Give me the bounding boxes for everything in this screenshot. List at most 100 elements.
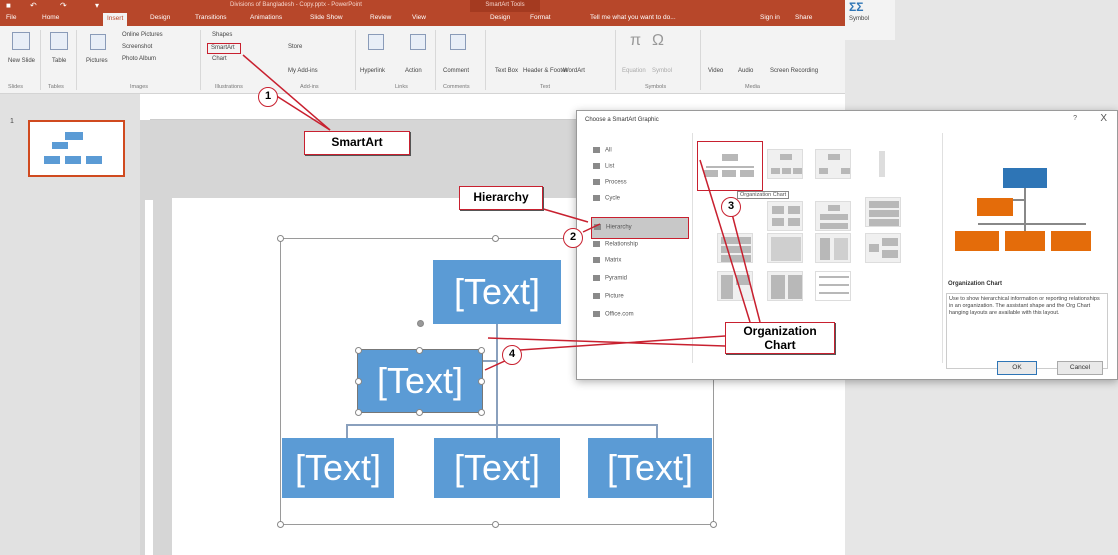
equation-button[interactable]: Equation xyxy=(622,68,646,74)
layout-lined-list[interactable] xyxy=(815,233,851,263)
layout-labeled-hierarchy[interactable] xyxy=(865,197,901,227)
chart-button[interactable]: Chart xyxy=(212,56,227,62)
category-picture[interactable]: Picture xyxy=(593,293,624,300)
tell-me-box[interactable]: Tell me what you want to do... xyxy=(590,14,676,21)
frame-handle[interactable] xyxy=(710,521,717,528)
my-addins-button[interactable]: My Add-ins xyxy=(288,68,318,74)
layout-horizontal-labeled[interactable] xyxy=(767,271,803,301)
comment-button[interactable]: Comment xyxy=(443,68,469,74)
video-button[interactable]: Video xyxy=(708,68,723,74)
slide-number: 1 xyxy=(10,118,14,125)
tab-file[interactable]: File xyxy=(6,14,16,21)
resize-handle[interactable] xyxy=(478,378,485,385)
frame-handle[interactable] xyxy=(277,521,284,528)
category-pyramid[interactable]: Pyramid xyxy=(593,275,627,282)
tab-transitions[interactable]: Transitions xyxy=(195,14,227,21)
action-icon[interactable] xyxy=(410,34,426,50)
layout-hierarchy[interactable] xyxy=(815,201,851,231)
smartart-button[interactable]: SmartArt xyxy=(207,43,241,54)
pictures-button[interactable]: Pictures xyxy=(86,58,108,64)
layout-architecture[interactable] xyxy=(767,233,803,263)
screen-recording-button[interactable]: Screen Recording xyxy=(770,68,818,74)
resize-handle[interactable] xyxy=(355,378,362,385)
table-button[interactable]: Table xyxy=(52,58,66,64)
resize-handle[interactable] xyxy=(355,409,362,416)
smartart-child-box-1[interactable]: [Text] xyxy=(282,438,394,498)
undo-icon[interactable]: ↶ xyxy=(30,1,37,10)
equation-icon[interactable]: π xyxy=(630,32,641,50)
smartart-child-box-3[interactable]: [Text] xyxy=(588,438,712,498)
rotate-handle[interactable] xyxy=(417,320,424,327)
header-footer-button[interactable]: Header & Footer xyxy=(523,68,567,74)
symbol-icon[interactable]: Ω xyxy=(652,32,664,50)
resize-handle[interactable] xyxy=(355,347,362,354)
preview-title: Organization Chart xyxy=(948,281,1003,287)
comment-icon[interactable] xyxy=(450,34,466,50)
close-button[interactable]: X xyxy=(1100,113,1107,124)
smartart-assistant-box[interactable]: [Text] xyxy=(357,349,483,413)
frame-handle[interactable] xyxy=(492,521,499,528)
layout-organization-chart[interactable] xyxy=(697,141,763,191)
online-pictures-button[interactable]: Online Pictures xyxy=(122,32,163,38)
layout-horizontal-hierarchy[interactable] xyxy=(767,201,803,231)
category-office-com[interactable]: Office.com xyxy=(593,311,634,318)
tab-smartart-design[interactable]: Design xyxy=(490,14,510,21)
tab-review[interactable]: Review xyxy=(370,14,391,21)
layout-half-circle-org-chart[interactable] xyxy=(815,149,851,179)
tab-smartart-format[interactable]: Format xyxy=(530,14,551,21)
layout-horizontal-multi-level[interactable] xyxy=(865,233,901,263)
new-slide-button[interactable]: New Slide xyxy=(8,58,35,64)
layout-circle-picture-hierarchy[interactable] xyxy=(865,149,901,179)
store-button[interactable]: Store xyxy=(288,44,302,50)
customize-icon[interactable]: ▾ xyxy=(95,1,99,10)
layout-hierarchy-list[interactable] xyxy=(717,271,753,301)
symbol-label[interactable]: Symbol xyxy=(849,16,869,22)
pictures-icon[interactable] xyxy=(90,34,106,50)
frame-handle[interactable] xyxy=(492,235,499,242)
symbol-button[interactable]: Symbol xyxy=(652,68,672,74)
save-icon[interactable]: ■ xyxy=(6,1,11,10)
tab-insert[interactable]: Insert xyxy=(103,13,128,26)
resize-handle[interactable] xyxy=(478,347,485,354)
tab-slide-show[interactable]: Slide Show xyxy=(310,14,343,21)
cancel-button[interactable]: Cancel xyxy=(1057,361,1103,375)
audio-button[interactable]: Audio xyxy=(738,68,753,74)
slide-thumbnail[interactable] xyxy=(28,120,125,177)
category-all[interactable]: All xyxy=(593,147,612,154)
category-relationship[interactable]: Relationship xyxy=(593,241,638,248)
table-icon[interactable] xyxy=(50,32,68,50)
resize-handle[interactable] xyxy=(478,409,485,416)
resize-handle[interactable] xyxy=(416,409,423,416)
shapes-button[interactable]: Shapes xyxy=(212,32,232,38)
category-cycle[interactable]: Cycle xyxy=(593,195,620,202)
tab-design[interactable]: Design xyxy=(150,14,170,21)
new-slide-icon[interactable] xyxy=(12,32,30,50)
screenshot-button[interactable]: Screenshot xyxy=(122,44,152,50)
layout-table-hierarchy[interactable] xyxy=(717,233,753,263)
tab-home[interactable]: Home xyxy=(42,14,59,21)
ok-button[interactable]: OK xyxy=(997,361,1037,375)
category-matrix[interactable]: Matrix xyxy=(593,257,621,264)
smartart-top-box[interactable]: [Text] xyxy=(433,260,561,324)
category-process[interactable]: Process xyxy=(593,179,627,186)
share-button[interactable]: Share xyxy=(795,14,812,21)
category-list[interactable]: List xyxy=(593,163,614,170)
hyperlink-button[interactable]: Hyperlink xyxy=(360,68,385,74)
layout-name-title-org-chart[interactable] xyxy=(767,149,803,179)
frame-handle[interactable] xyxy=(277,235,284,242)
redo-icon[interactable]: ↷ xyxy=(60,1,67,10)
sign-in-link[interactable]: Sign in xyxy=(760,14,780,21)
action-button[interactable]: Action xyxy=(405,68,422,74)
category-hierarchy[interactable]: Hierarchy xyxy=(591,217,689,239)
smartart-child-box-2[interactable]: [Text] xyxy=(434,438,560,498)
wordart-button[interactable]: WordArt xyxy=(563,68,585,74)
help-button[interactable]: ? xyxy=(1073,115,1077,122)
text-box-button[interactable]: Text Box xyxy=(495,68,518,74)
tab-view[interactable]: View xyxy=(412,14,426,21)
horizontal-ruler xyxy=(150,112,590,120)
photo-album-button[interactable]: Photo Album xyxy=(122,56,156,62)
tab-animations[interactable]: Animations xyxy=(250,14,282,21)
hyperlink-icon[interactable] xyxy=(368,34,384,50)
layout-bullet-list[interactable] xyxy=(815,271,851,301)
resize-handle[interactable] xyxy=(416,347,423,354)
